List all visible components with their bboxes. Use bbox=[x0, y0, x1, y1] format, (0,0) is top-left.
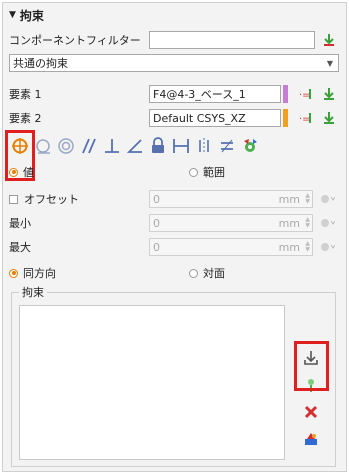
element1-clear-icon[interactable]: ·= bbox=[298, 86, 314, 102]
component-filter-label: コンポーネントフィルター bbox=[9, 34, 141, 47]
max-input[interactable]: 0 mm ▲ ▼ bbox=[149, 238, 313, 256]
min-value: 0 bbox=[153, 216, 160, 230]
opposite-direction-radio[interactable] bbox=[189, 268, 198, 278]
panel-title: 拘束 bbox=[19, 8, 44, 23]
same-direction-radio[interactable] bbox=[9, 268, 18, 278]
tangent-tool-icon[interactable] bbox=[32, 136, 54, 156]
collapse-triangle-icon[interactable]: ▼ bbox=[9, 10, 16, 20]
range-radio[interactable] bbox=[189, 167, 198, 177]
range-row: 範囲 bbox=[189, 163, 340, 181]
element2-clear-icon[interactable]: ·= bbox=[298, 110, 314, 126]
green-arrow-down-icon[interactable] bbox=[321, 32, 337, 48]
lock-tool-icon[interactable] bbox=[147, 136, 169, 156]
max-options-icon[interactable] bbox=[319, 239, 335, 255]
offset-options-icon[interactable] bbox=[319, 191, 335, 207]
max-spinner-icon[interactable]: ▲ ▼ bbox=[305, 241, 310, 253]
opposite-direction-label: 対面 bbox=[203, 267, 225, 280]
min-input[interactable]: 0 mm ▲ ▼ bbox=[149, 214, 313, 232]
offset-label: オフセット bbox=[24, 193, 79, 206]
max-unit: mm bbox=[278, 240, 300, 254]
direction-opposite-row: 対面 bbox=[189, 264, 340, 282]
perpendicular-tool-icon[interactable] bbox=[101, 136, 123, 156]
element1-value: F4@4-3_ベース_1 bbox=[153, 88, 246, 101]
offset-unit: mm bbox=[278, 192, 300, 206]
symmetric-tool-icon[interactable] bbox=[193, 136, 215, 156]
chevron-down-icon[interactable]: ▼ bbox=[327, 59, 333, 68]
min-unit: mm bbox=[278, 216, 300, 230]
range-radio-label: 範囲 bbox=[203, 166, 225, 179]
element1-input[interactable]: F4@4-3_ベース_1 bbox=[149, 85, 281, 103]
value-radio[interactable] bbox=[9, 167, 18, 177]
offset-input[interactable]: 0 mm ▲ ▼ bbox=[149, 190, 313, 208]
constraint-panel: ▼ 拘束 コンポーネントフィルター 共通の拘束 ▼ 要素 1 F4@4-3_ベー… bbox=[2, 2, 347, 472]
svg-text:·=: ·= bbox=[299, 114, 311, 125]
value-radio-label: 値 bbox=[23, 166, 34, 179]
constraint-toolbar bbox=[9, 136, 340, 156]
element2-pick-icon[interactable] bbox=[321, 110, 337, 126]
constraints-list[interactable] bbox=[19, 305, 285, 460]
concentric-tool-icon[interactable] bbox=[55, 136, 77, 156]
parallel-tool-icon[interactable] bbox=[78, 136, 100, 156]
element2-color-bar bbox=[283, 109, 288, 127]
constraint-type-value: 共通の拘束 bbox=[13, 57, 68, 70]
max-value: 0 bbox=[153, 240, 160, 254]
offset-checkbox[interactable] bbox=[9, 194, 18, 204]
element1-pick-icon[interactable] bbox=[321, 86, 337, 102]
delete-constraint-icon[interactable] bbox=[301, 402, 321, 422]
element1-color-bar bbox=[283, 85, 288, 103]
same-direction-label: 同方向 bbox=[23, 267, 56, 280]
element2-input[interactable]: Default CSYS_XZ bbox=[149, 109, 281, 127]
distance-tool-icon[interactable] bbox=[170, 136, 192, 156]
offset-value: 0 bbox=[153, 192, 160, 206]
min-spinner-icon[interactable]: ▲ ▼ bbox=[305, 217, 310, 229]
highlight-box-save bbox=[294, 341, 329, 391]
panel-header[interactable]: ▼ 拘束 bbox=[3, 3, 346, 27]
element2-label: 要素 2 bbox=[9, 112, 42, 125]
equal-tool-icon[interactable] bbox=[216, 136, 238, 156]
angle-tool-icon[interactable] bbox=[124, 136, 146, 156]
min-options-icon[interactable] bbox=[319, 215, 335, 231]
assembly-constraint-icon[interactable] bbox=[301, 429, 321, 449]
element2-value: Default CSYS_XZ bbox=[153, 111, 246, 125]
offset-spinner-icon[interactable]: ▲ ▼ bbox=[305, 193, 310, 205]
svg-text:·=: ·= bbox=[299, 90, 311, 101]
element1-label: 要素 1 bbox=[9, 88, 42, 101]
max-label: 最大 bbox=[9, 241, 31, 254]
constraint-type-select[interactable]: 共通の拘束 ▼ bbox=[9, 54, 339, 72]
constraints-group-title: 拘束 bbox=[19, 284, 47, 300]
min-label: 最小 bbox=[9, 217, 31, 230]
component-filter-input[interactable] bbox=[149, 31, 315, 49]
gear-tool-icon[interactable] bbox=[239, 136, 261, 156]
